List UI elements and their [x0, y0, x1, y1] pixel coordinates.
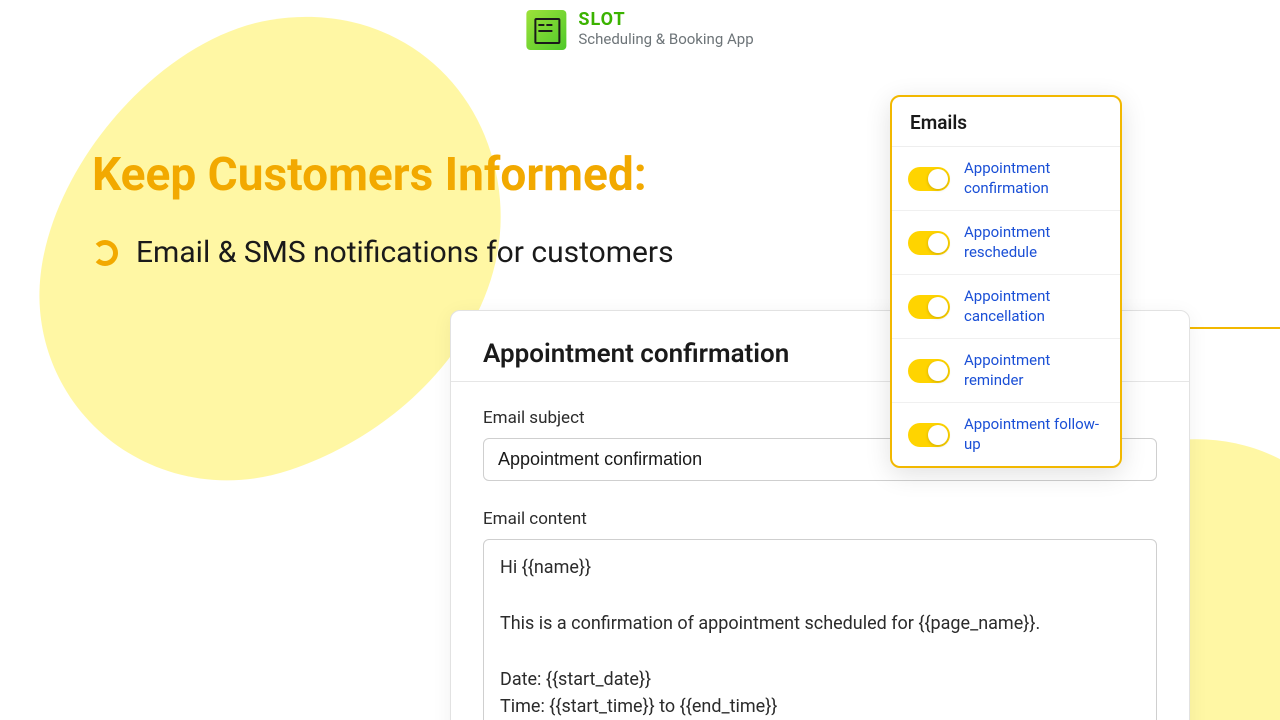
email-row-reschedule[interactable]: Appointment reschedule [892, 211, 1120, 275]
content-textarea[interactable]: Hi {{name}} This is a confirmation of ap… [483, 539, 1157, 720]
email-row-label: Appointment follow-up [964, 415, 1104, 454]
hero-headline: Keep Customers Informed: [92, 150, 647, 201]
toggle-switch[interactable] [908, 423, 950, 447]
hero-subtitle: Email & SMS notifications for customers [136, 235, 674, 270]
hero-subline: Email & SMS notifications for customers [92, 235, 674, 270]
toggle-switch[interactable] [908, 167, 950, 191]
hero-title: Keep Customers Informed: [92, 150, 647, 201]
toggle-switch[interactable] [908, 231, 950, 255]
email-row-label: Appointment reschedule [964, 223, 1104, 262]
email-row-label: Appointment reminder [964, 351, 1104, 390]
email-row-label: Appointment confirmation [964, 159, 1104, 198]
toggle-switch[interactable] [908, 295, 950, 319]
calendar-icon [526, 10, 566, 50]
emails-panel-title: Emails [892, 97, 1120, 147]
email-row-confirmation[interactable]: Appointment confirmation [892, 147, 1120, 211]
toggle-switch[interactable] [908, 359, 950, 383]
email-row-label: Appointment cancellation [964, 287, 1104, 326]
emails-panel: Emails Appointment confirmation Appointm… [890, 95, 1122, 468]
email-row-cancellation[interactable]: Appointment cancellation [892, 275, 1120, 339]
brand-logo: SLOT Scheduling & Booking App [526, 10, 753, 50]
brand-tagline: Scheduling & Booking App [578, 29, 753, 50]
email-row-reminder[interactable]: Appointment reminder [892, 339, 1120, 403]
loading-ring-icon [92, 240, 118, 266]
brand-name: SLOT [578, 11, 753, 29]
content-label: Email content [483, 509, 1157, 529]
email-row-followup[interactable]: Appointment follow-up [892, 403, 1120, 466]
